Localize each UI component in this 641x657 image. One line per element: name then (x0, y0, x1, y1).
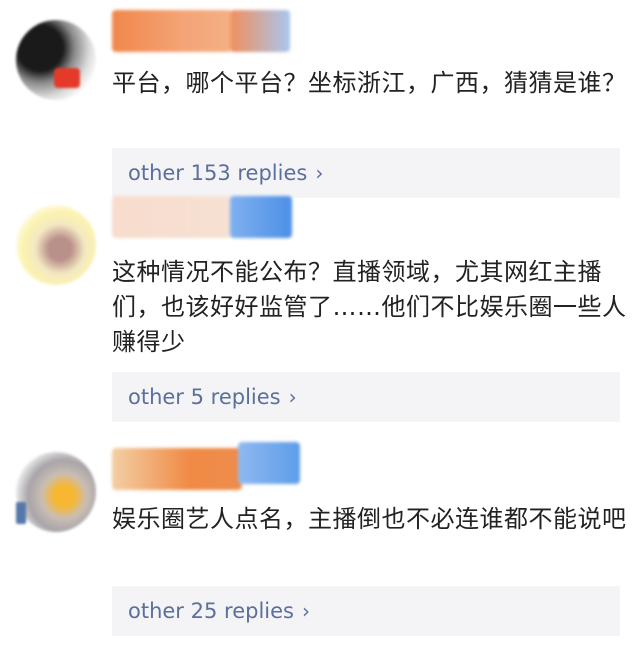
username-blurred (230, 10, 290, 52)
comment-text: 平台，哪个平台？坐标浙江，广西，猜猜是谁？ (112, 69, 627, 97)
comment-text: 这种情况不能公布？直播领域，尤其网红主播们，也该好好监管了……他们不比娱乐圈一些… (112, 258, 627, 356)
replies-label: other 153 replies (128, 161, 308, 185)
username-blurred[interactable] (112, 448, 242, 490)
view-replies-button[interactable]: other 153 replies › (112, 148, 620, 198)
replies-label: other 5 replies (128, 385, 281, 409)
chevron-right-icon: › (315, 161, 324, 185)
view-replies-button[interactable]: other 25 replies › (112, 586, 620, 636)
chevron-right-icon: › (301, 599, 310, 623)
avatar[interactable] (16, 452, 96, 532)
username-blurred (230, 196, 292, 238)
chevron-right-icon: › (288, 385, 297, 409)
username-blurred[interactable] (112, 196, 232, 238)
username-blurred[interactable] (112, 10, 232, 52)
view-replies-button[interactable]: other 5 replies › (112, 372, 620, 422)
username-blurred (238, 442, 300, 484)
avatar[interactable] (16, 205, 96, 285)
avatar[interactable] (16, 20, 96, 100)
comment-text: 娱乐圈艺人点名，主播倒也不必连谁都不能说吧 (112, 505, 627, 533)
replies-label: other 25 replies (128, 599, 294, 623)
